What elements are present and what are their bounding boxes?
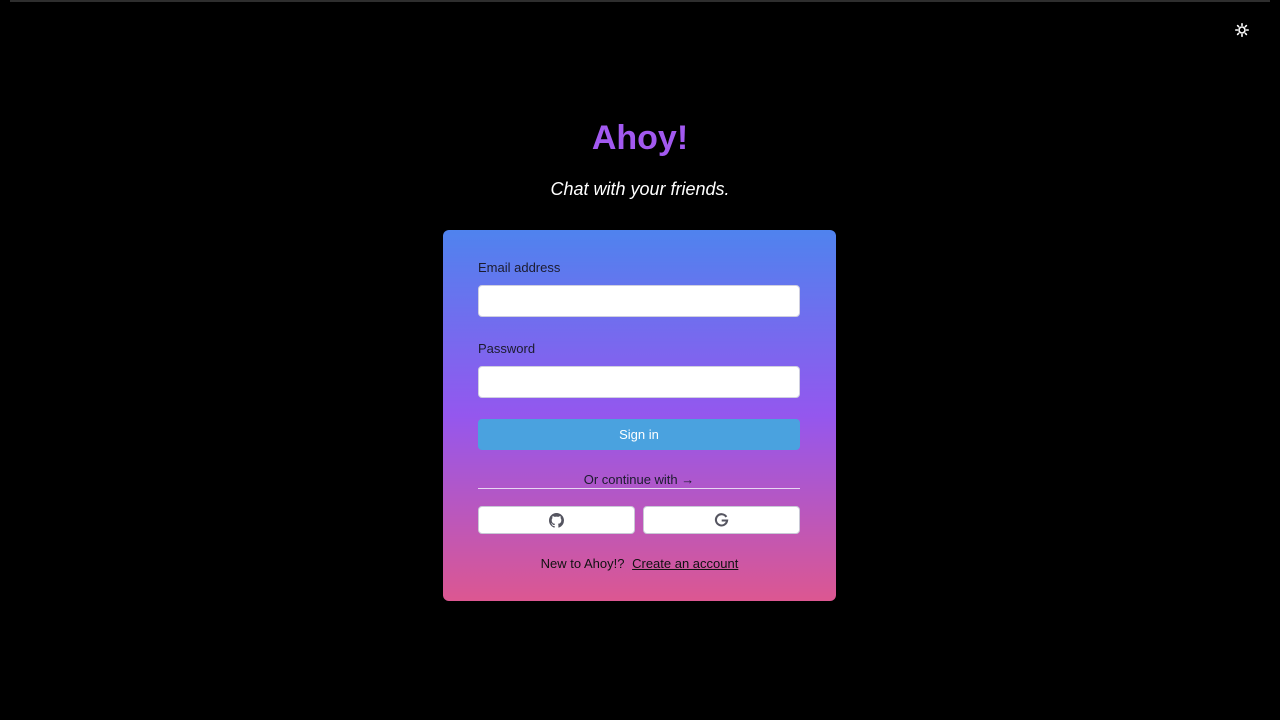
- continue-with-divider: Or continue with →: [583, 472, 695, 487]
- signup-prompt: New to Ahoy!?: [540, 556, 625, 571]
- password-label: Password: [478, 341, 536, 356]
- app-tagline: Chat with your friends.: [550, 179, 730, 199]
- google-icon: [714, 512, 729, 526]
- sun-icon: [1235, 23, 1249, 37]
- sign-in-button[interactable]: Sign in: [478, 419, 800, 450]
- email-field[interactable]: [478, 285, 800, 317]
- github-icon: [549, 512, 564, 528]
- theme-toggle-button[interactable]: [1232, 20, 1252, 40]
- app-title: Ahoy!: [591, 119, 689, 157]
- github-login-button[interactable]: [478, 506, 635, 534]
- divider-line: [478, 488, 800, 489]
- google-login-button[interactable]: [643, 506, 800, 534]
- create-account-link[interactable]: Create an account: [632, 556, 738, 571]
- signup-row: New to Ahoy!? Create an account: [443, 556, 836, 572]
- login-card: Email address Password Sign in Or contin…: [443, 230, 836, 601]
- email-label: Email address: [478, 260, 561, 275]
- password-field[interactable]: [478, 366, 800, 398]
- top-progress-strip: [10, 0, 1270, 2]
